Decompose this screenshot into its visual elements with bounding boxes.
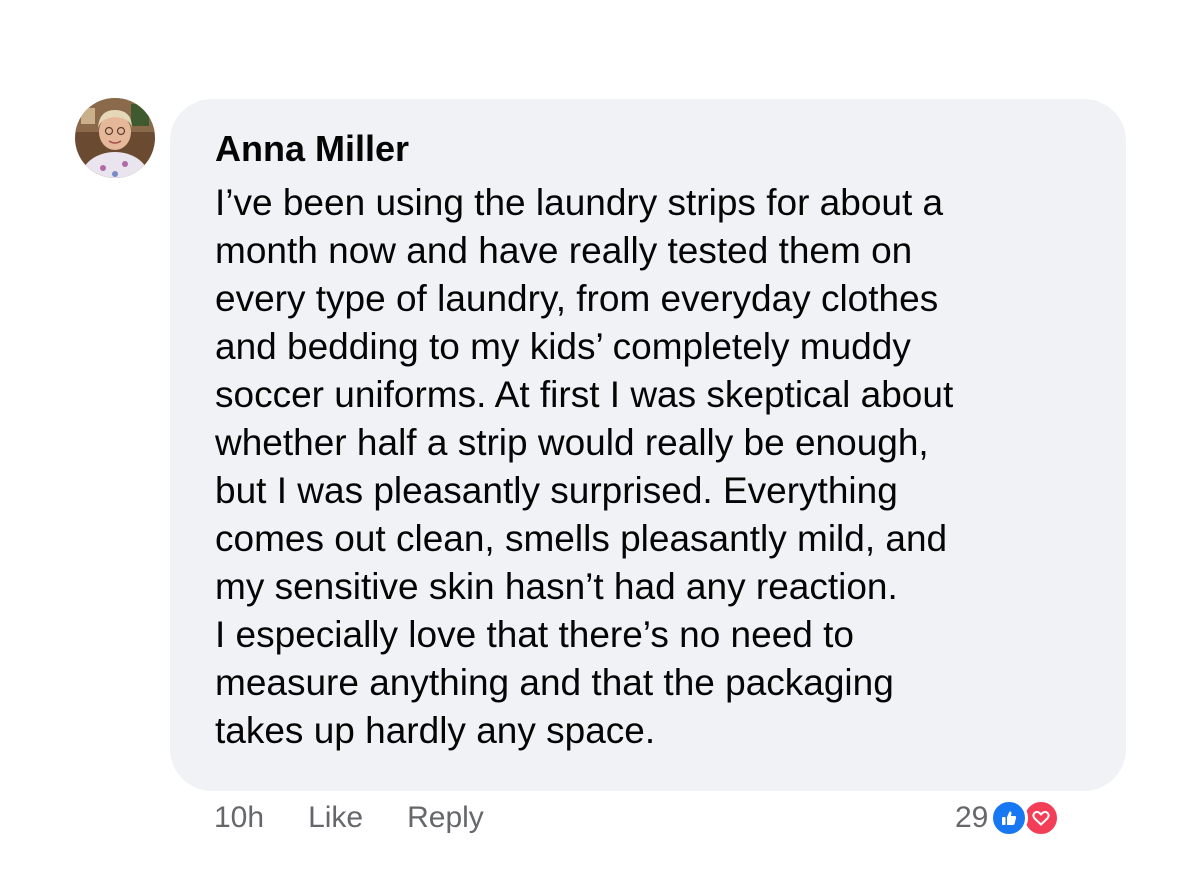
comment-timestamp[interactable]: 10h <box>214 801 264 835</box>
comment-actions: 10h Like Reply <box>214 798 484 838</box>
comment-text-line: comes out clean, smells pleasantly mild,… <box>215 518 948 559</box>
comment-text-line: my sensitive skin hasn’t had any reactio… <box>215 566 898 607</box>
comment-text-line: soccer uniforms. At first I was skeptica… <box>215 374 954 415</box>
avatar[interactable] <box>75 98 155 178</box>
comment-text-line: I especially love that there’s no need t… <box>215 614 855 655</box>
comment-text-line: but I was pleasantly surprised. Everythi… <box>215 470 898 511</box>
comment-text-line: and bedding to my kids’ completely muddy <box>215 326 911 367</box>
love-icon <box>1022 799 1061 837</box>
comment-text-line: whether half a strip would really be eno… <box>215 422 929 463</box>
reactions-summary[interactable]: 29 <box>955 798 1061 838</box>
comment-text-line: measure anything and that the packaging <box>215 662 894 703</box>
reply-button[interactable]: Reply <box>407 801 484 835</box>
reaction-count: 29 <box>955 801 989 834</box>
avatar-photo <box>75 98 155 178</box>
comment-bubble: Anna Miller I’ve been using the laundry … <box>170 99 1126 791</box>
like-icon <box>990 799 1029 837</box>
comment-text: I’ve been using the laundry strips for a… <box>215 179 1115 755</box>
comment-text-line: month now and have really tested them on <box>215 230 913 271</box>
comment-author-name[interactable]: Anna Miller <box>215 131 409 167</box>
comment-text-line: I’ve been using the laundry strips for a… <box>215 182 944 223</box>
comment-text-line: takes up hardly any space. <box>215 710 656 751</box>
like-button[interactable]: Like <box>308 801 363 835</box>
comment-text-line: every type of laundry, from everyday clo… <box>215 278 939 319</box>
